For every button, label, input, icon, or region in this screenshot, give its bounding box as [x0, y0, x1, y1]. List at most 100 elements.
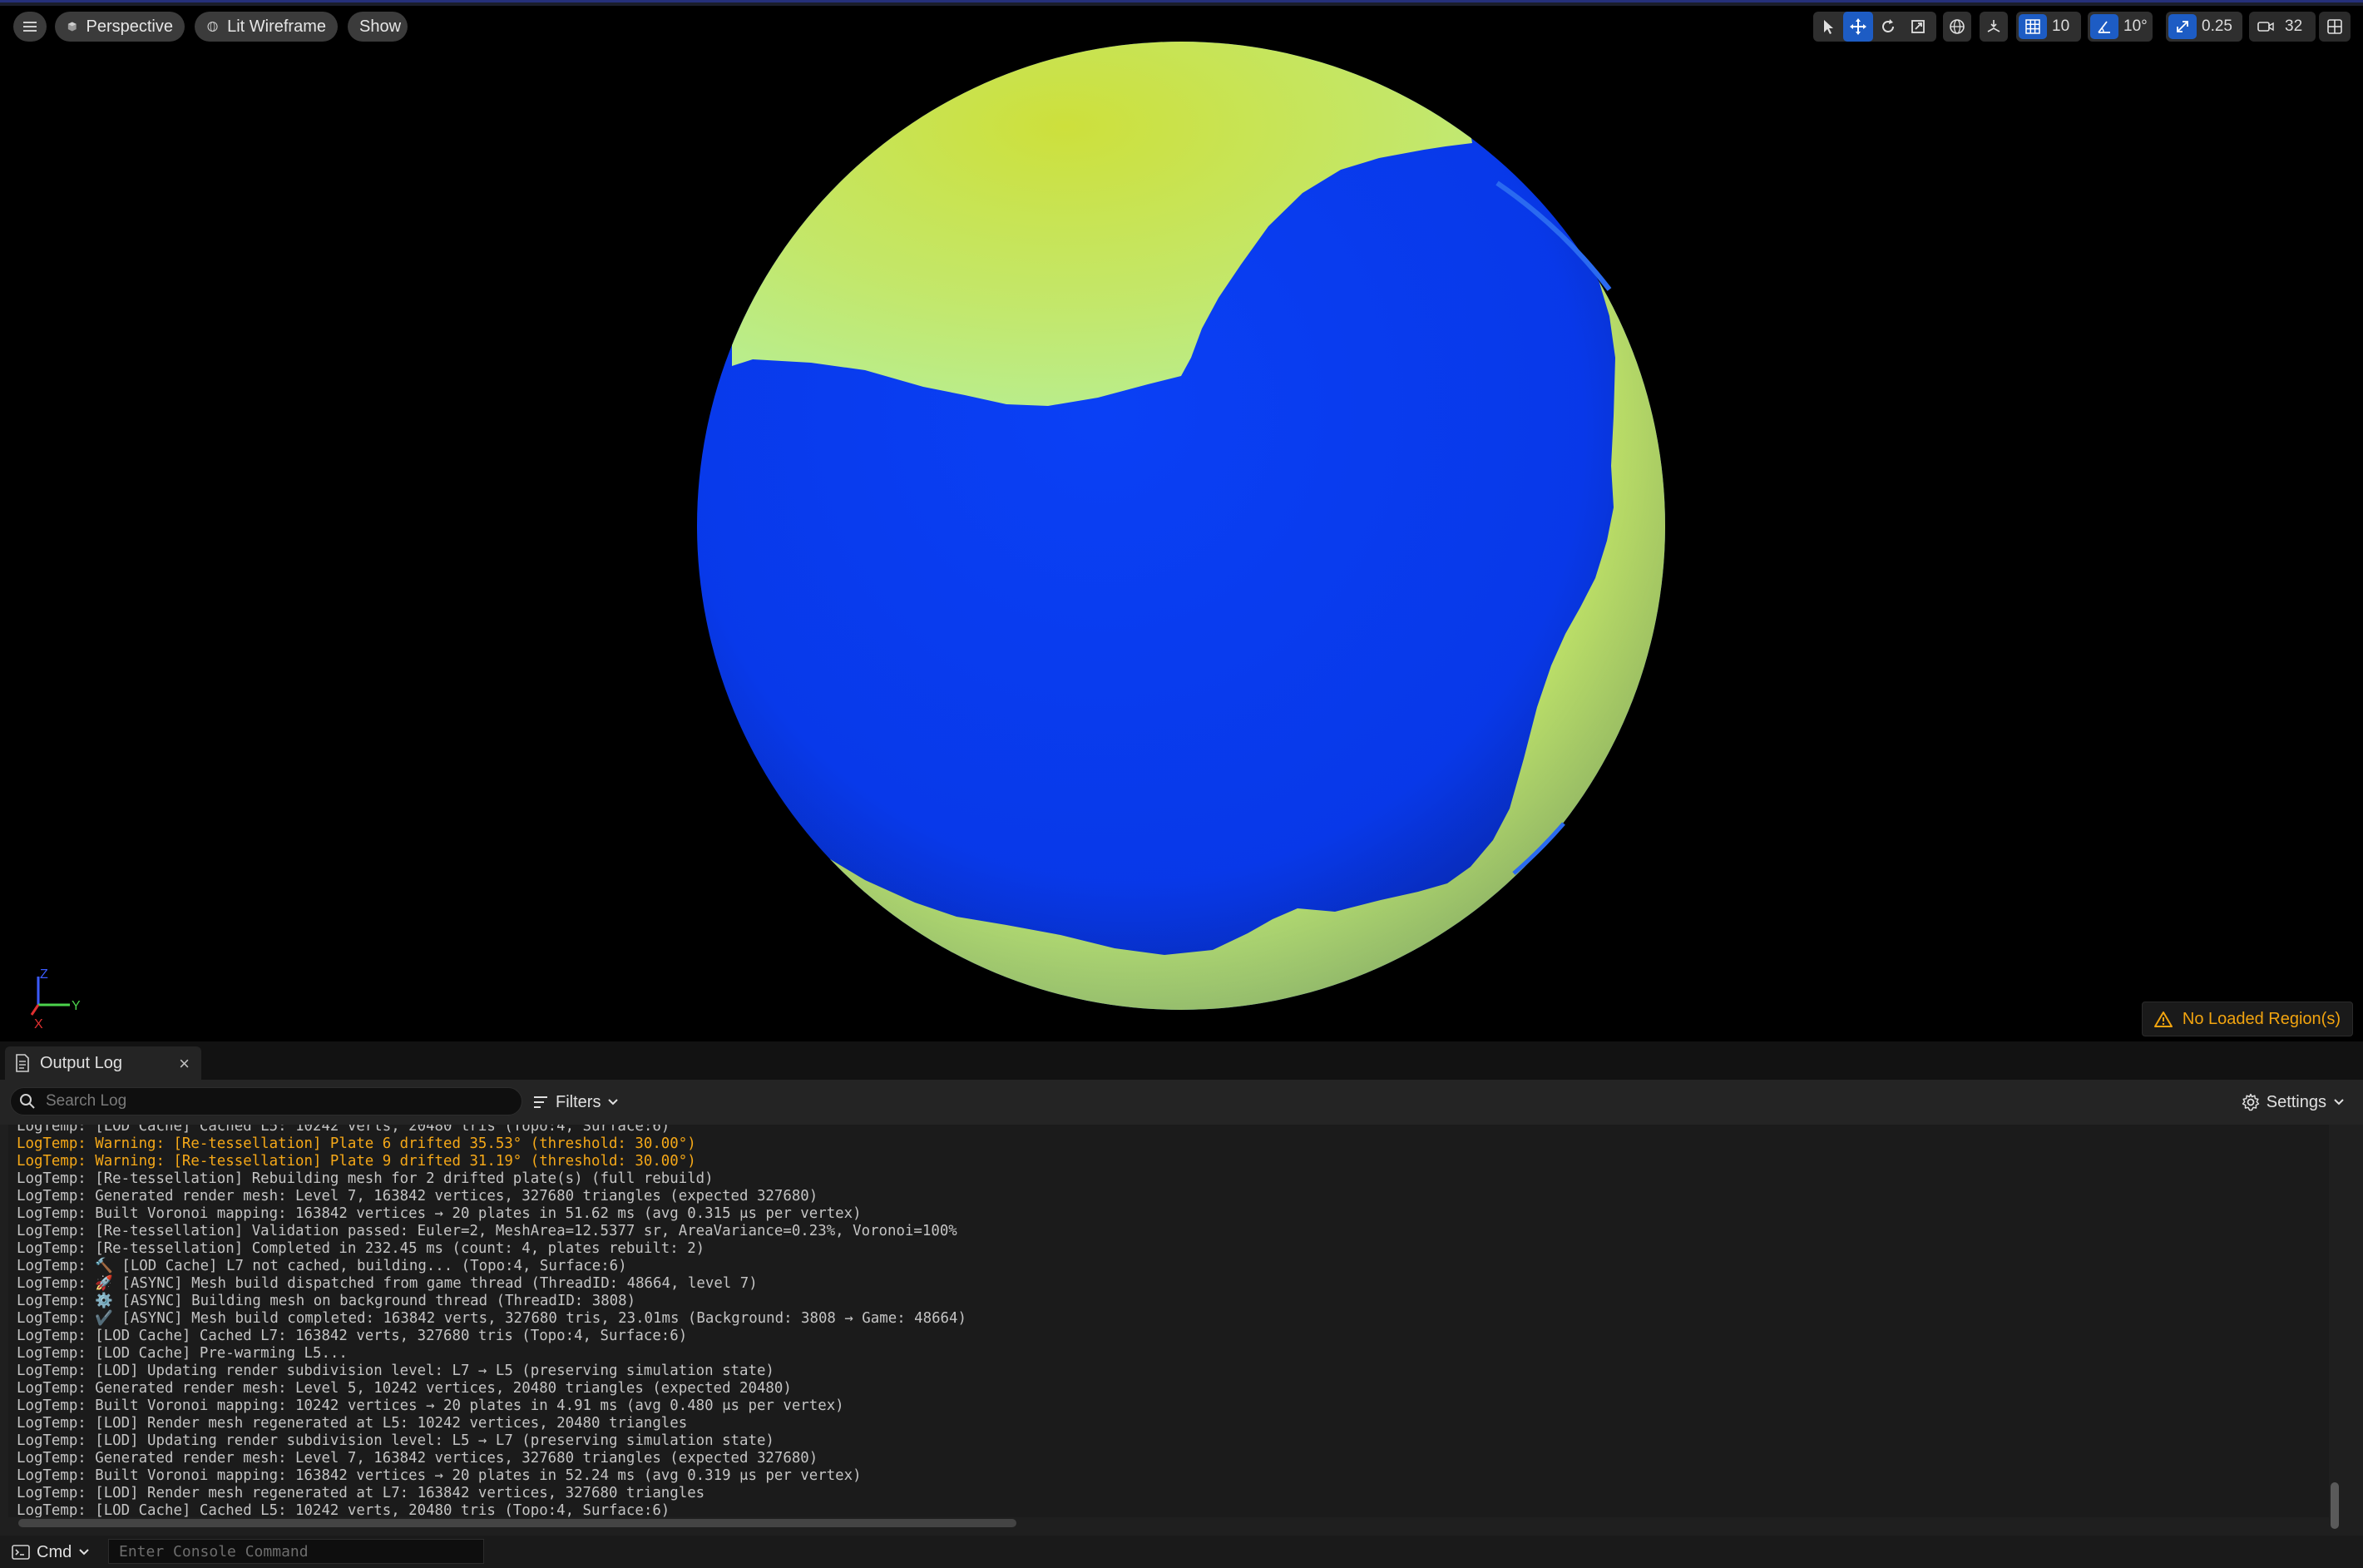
horizontal-scrollbar[interactable]	[18, 1519, 1016, 1527]
console-icon	[12, 1545, 30, 1560]
close-icon[interactable]: ×	[179, 1053, 190, 1075]
view-mode-button[interactable]: Lit Wireframe	[195, 12, 338, 42]
log-line: LogTemp: Warning: [Re-tessellation] Plat…	[17, 1135, 696, 1152]
search-log-input[interactable]	[44, 1091, 513, 1111]
select-tool-button[interactable]	[1813, 12, 1843, 42]
log-line: LogTemp: Generated render mesh: Level 5,…	[17, 1380, 792, 1397]
cursor-arrow-icon	[1824, 20, 1833, 34]
grid-icon	[2025, 19, 2040, 34]
log-document-icon	[16, 1054, 29, 1072]
camera-speed-group[interactable]: 32	[2249, 12, 2316, 42]
log-line: LogTemp: 🚀 [ASYNC] Mesh build dispatched…	[17, 1275, 758, 1292]
hamburger-icon	[23, 22, 37, 32]
grid-snap-value[interactable]: 10	[2047, 17, 2078, 36]
cmd-label: Cmd	[37, 1542, 72, 1561]
log-lines: LogTemp: [LOD Cache] Cached L5: 10242 ve…	[17, 1125, 966, 1517]
filter-icon	[534, 1096, 547, 1108]
rotate-icon	[1882, 19, 1894, 32]
settings-label: Settings	[2266, 1092, 2326, 1111]
layout-button[interactable]	[2319, 12, 2351, 42]
move-tool-button[interactable]	[1843, 12, 1873, 42]
move-arrows-icon	[1850, 18, 1866, 35]
no-loaded-region-notice[interactable]: No Loaded Region(s)	[2141, 1002, 2353, 1036]
transform-tools	[1813, 12, 1936, 42]
scale-snap-icon	[2177, 21, 2188, 32]
no-loaded-region-text: No Loaded Region(s)	[2182, 1009, 2341, 1028]
log-line: LogTemp: [LOD] Render mesh regenerated a…	[17, 1415, 688, 1432]
log-line: LogTemp: 🔨 [LOD Cache] L7 not cached, bu…	[17, 1258, 627, 1274]
layout-grid-icon	[2327, 19, 2342, 34]
chevron-down-icon	[2334, 1099, 2344, 1106]
camera-icon	[2257, 22, 2274, 32]
log-line: LogTemp: Built Voronoi mapping: 163842 v…	[17, 1467, 862, 1484]
wireframe-sphere-icon	[207, 21, 218, 32]
grid-snap-group: 10	[2016, 12, 2081, 42]
search-icon	[20, 1094, 35, 1109]
log-line: LogTemp: Warning: [Re-tessellation] Plat…	[17, 1153, 696, 1170]
log-line: LogTemp: [LOD Cache] Cached L5: 10242 ve…	[17, 1125, 670, 1135]
globe-icon	[1950, 19, 1965, 34]
filters-label: Filters	[556, 1092, 601, 1111]
log-line: LogTemp: [LOD] Updating render subdivisi…	[17, 1432, 774, 1449]
rotation-snap-toggle[interactable]	[2090, 14, 2118, 39]
log-line: LogTemp: [Re-tessellation] Validation pa…	[17, 1223, 957, 1239]
vertical-scrollbar[interactable]	[2331, 1482, 2339, 1529]
viewport-menu-button[interactable]	[13, 12, 47, 42]
level-viewport[interactable]: Perspective Lit Wireframe Show 10 10° 0.…	[0, 0, 2363, 1041]
show-button[interactable]: Show	[348, 12, 408, 42]
camera-speed-value: 32	[2285, 17, 2303, 35]
log-line: LogTemp: [LOD Cache] Cached L5: 10242 ve…	[17, 1502, 670, 1517]
cube-icon	[67, 22, 77, 32]
grid-snap-toggle[interactable]	[2019, 14, 2047, 39]
filters-dropdown[interactable]: Filters	[532, 1088, 619, 1116]
settings-dropdown[interactable]: Settings	[2242, 1088, 2345, 1116]
log-line: LogTemp: ✔️ [ASYNC] Mesh build completed…	[17, 1310, 966, 1327]
scale-icon	[1911, 20, 1925, 33]
axis-x-label: X	[34, 1017, 43, 1031]
rotate-tool-button[interactable]	[1873, 12, 1903, 42]
angle-icon	[2098, 21, 2110, 33]
scale-snap-group: 0.25	[2166, 12, 2242, 42]
surface-snap-toggle[interactable]	[1980, 12, 2008, 42]
axis-gizmo: Z Y X	[30, 967, 81, 1031]
log-line: LogTemp: Generated render mesh: Level 7,…	[17, 1188, 818, 1204]
log-line: LogTemp: ⚙️ [ASYNC] Building mesh on bac…	[17, 1293, 636, 1309]
axis-z-label: Z	[40, 967, 48, 982]
scale-snap-toggle[interactable]	[2168, 14, 2197, 39]
gear-icon	[2242, 1093, 2259, 1111]
surface-snap-icon	[1987, 20, 2000, 32]
perspective-label: Perspective	[86, 17, 174, 36]
output-log-tab[interactable]: Output Log ×	[5, 1046, 201, 1080]
perspective-button[interactable]: Perspective	[55, 12, 185, 42]
show-label: Show	[359, 17, 402, 36]
chevron-down-icon	[608, 1099, 619, 1106]
axis-y-label: Y	[72, 999, 81, 1013]
world-local-toggle[interactable]	[1943, 12, 1971, 42]
log-text-area[interactable]: LogTemp: [LOD Cache] Cached L5: 10242 ve…	[8, 1125, 2329, 1517]
panel-tab-bar: Output Log ×	[0, 1041, 2363, 1080]
scale-tool-button[interactable]	[1903, 12, 1933, 42]
log-line: LogTemp: Built Voronoi mapping: 163842 v…	[17, 1205, 862, 1222]
search-box	[10, 1087, 522, 1115]
rotation-snap-value[interactable]: 10°	[2118, 17, 2156, 36]
scale-snap-value[interactable]: 0.25	[2197, 17, 2241, 36]
rotation-snap-group: 10°	[2088, 12, 2153, 42]
view-mode-label: Lit Wireframe	[227, 17, 326, 36]
output-log-panel: Output Log × Filters Settings LogTemp: […	[0, 1041, 2363, 1568]
cmd-dropdown[interactable]: Cmd	[12, 1541, 90, 1564]
output-log-tab-label: Output Log	[40, 1053, 122, 1072]
log-line: LogTemp: [Re-tessellation] Rebuilding me…	[17, 1170, 714, 1187]
log-line: LogTemp: [LOD] Render mesh regenerated a…	[17, 1485, 705, 1501]
log-line: LogTemp: [Re-tessellation] Completed in …	[17, 1240, 705, 1257]
chevron-down-icon	[79, 1549, 89, 1556]
console-command-input[interactable]	[108, 1539, 484, 1564]
planet-sphere[interactable]	[0, 0, 2363, 1041]
log-line: LogTemp: [LOD] Updating render subdivisi…	[17, 1363, 774, 1379]
log-line: LogTemp: Built Voronoi mapping: 10242 ve…	[17, 1397, 844, 1414]
log-line: LogTemp: Generated render mesh: Level 7,…	[17, 1450, 818, 1467]
console-command-bar: Cmd	[0, 1536, 2363, 1568]
log-line: LogTemp: [LOD Cache] Pre-warming L5...	[17, 1345, 348, 1362]
warning-icon	[2153, 1012, 2173, 1027]
output-log-toolbar: Filters Settings	[0, 1080, 2363, 1125]
log-line: LogTemp: [LOD Cache] Cached L7: 163842 v…	[17, 1328, 688, 1344]
